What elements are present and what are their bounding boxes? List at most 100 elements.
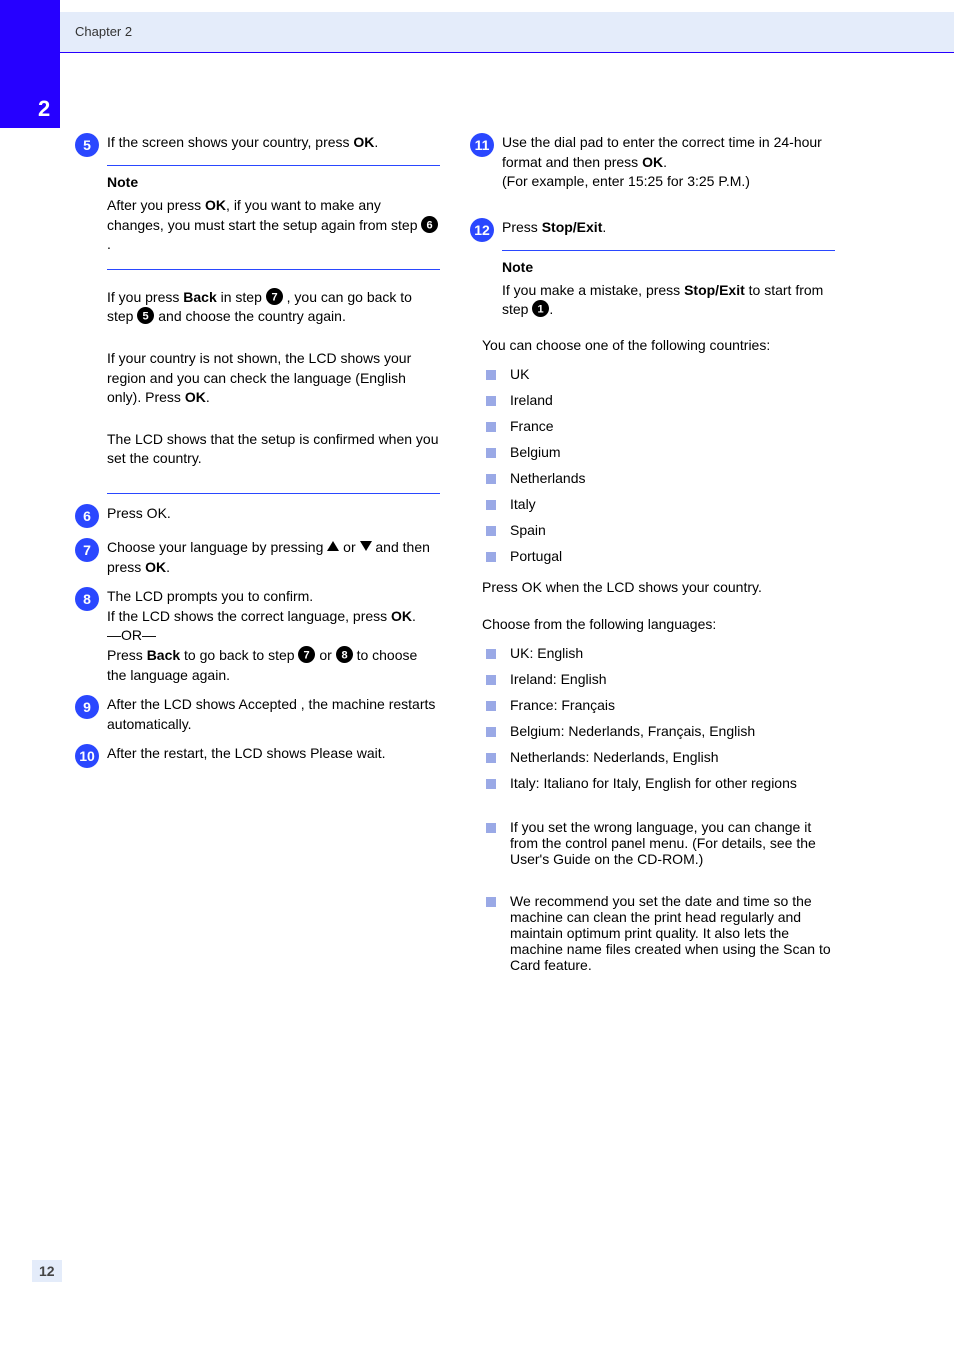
bullet-icon: [486, 526, 496, 536]
step-5-text: If the screen shows your country, press …: [107, 133, 440, 157]
step-12: 12 Press Stop/Exit.: [470, 218, 835, 242]
step-7: 7 Choose your language by pressing or an…: [75, 538, 440, 577]
chapter-title: Chapter 2: [75, 24, 132, 39]
list-item: Portugal: [482, 548, 835, 564]
note-rule: [502, 250, 835, 251]
list-item: Netherlands: [482, 470, 835, 486]
svg-text:6: 6: [427, 219, 433, 231]
bullet-icon: [486, 474, 496, 484]
step-9-icon: 9: [75, 695, 99, 719]
step-12-icon: 12: [470, 218, 494, 242]
step-11-text: Use the dial pad to enter the correct ti…: [502, 133, 835, 192]
step-10-text: After the restart, the LCD shows Please …: [107, 744, 440, 764]
step-12-text: Press Stop/Exit.: [502, 218, 835, 242]
list-item: If you set the wrong language, you can c…: [482, 819, 835, 867]
list-item-text: Spain: [510, 522, 835, 538]
list-item: Ireland: [482, 392, 835, 408]
ref-dot-7b: 7: [298, 646, 315, 663]
step-7-icon: 7: [75, 538, 99, 562]
bullet-icon: [486, 823, 496, 833]
list-item-text: Belgium: [510, 444, 835, 460]
svg-text:7: 7: [304, 649, 310, 661]
step-8-text: The LCD prompts you to confirm. If the L…: [107, 587, 440, 685]
bullet-icon: [486, 753, 496, 763]
bullet-icon: [486, 649, 496, 659]
languages-list: UK: English Ireland: English France: Franç…: [482, 645, 835, 791]
step-5-text-b: .: [374, 134, 378, 150]
note-3-text: If your country is not shown, the LCD sh…: [107, 349, 440, 408]
bullet-icon: [486, 897, 496, 907]
right-column: 11 Use the dial pad to enter the correct…: [470, 131, 835, 973]
list-item-text: Italy: Italiano for Italy, English for o…: [510, 775, 835, 791]
list-item-text: Ireland: [510, 392, 835, 408]
page-number: 12: [32, 1260, 62, 1282]
list-item-text: France: [510, 418, 835, 434]
svg-text:1: 1: [538, 304, 544, 316]
ref-dot-1: 1: [532, 300, 549, 317]
note-block-r1: Note If you make a mistake, press Stop/E…: [502, 250, 835, 320]
list-item: Italy: Italiano for Italy, English for o…: [482, 775, 835, 791]
list-item-text: Italy: [510, 496, 835, 512]
bullet-icon: [486, 448, 496, 458]
step-5-icon: 5: [75, 133, 99, 157]
chapter-corner: [0, 0, 60, 128]
languages-intro: Choose from the following languages:: [482, 615, 835, 635]
list-item-text: UK: [510, 366, 835, 382]
svg-text:9: 9: [83, 699, 91, 715]
up-arrow-icon: [327, 541, 339, 551]
chapter-banner: Chapter 2: [60, 12, 954, 52]
ref-dot-7: 7: [266, 288, 283, 305]
note-rule: [107, 269, 440, 270]
note-4-text: The LCD shows that the setup is confirme…: [107, 430, 440, 469]
ok-label: OK: [642, 154, 663, 170]
bullet-icon: [486, 500, 496, 510]
stop-exit-label: Stop/Exit: [542, 219, 603, 235]
list-item: Italy: [482, 496, 835, 512]
list-item-text: Netherlands: [510, 470, 835, 486]
list-item: Ireland: English: [482, 671, 835, 687]
step-10: 10 After the restart, the LCD shows Plea…: [75, 744, 440, 768]
ref-dot-6: 6: [421, 216, 438, 233]
bullet-icon: [486, 552, 496, 562]
step-11-icon: 11: [470, 133, 494, 157]
note-rule: [107, 165, 440, 166]
step-8-icon: 8: [75, 587, 99, 611]
step-9-text: After the LCD shows Accepted , the machi…: [107, 695, 440, 734]
ref-dot-8: 8: [336, 646, 353, 663]
list-item-text: Netherlands: Nederlands, English: [510, 749, 835, 765]
footnotes-list: If you set the wrong language, you can c…: [482, 819, 835, 973]
list-item: Spain: [482, 522, 835, 538]
svg-text:6: 6: [83, 508, 91, 524]
step-6: 6 Press OK.: [75, 504, 440, 528]
list-item: Netherlands: Nederlands, English: [482, 749, 835, 765]
svg-text:5: 5: [83, 137, 91, 153]
note-rule-group: [107, 493, 440, 494]
down-arrow-icon: [360, 541, 372, 551]
bullet-icon: [486, 727, 496, 737]
svg-text:7: 7: [83, 542, 91, 558]
note-title: Note: [502, 259, 835, 275]
countries-list: UK Ireland France Belgium Netherlands Italy Sp…: [482, 366, 835, 564]
list-item: France: Français: [482, 697, 835, 713]
list-item: Belgium: [482, 444, 835, 460]
step-10-icon: 10: [75, 744, 99, 768]
list-item-text: France: Français: [510, 697, 835, 713]
ok-label: OK: [353, 134, 374, 150]
list-item-text: We recommend you set the date and time s…: [510, 893, 835, 973]
back-label: Back: [147, 647, 180, 663]
svg-text:8: 8: [341, 649, 347, 661]
step-5: 5 If the screen shows your country, pres…: [75, 133, 440, 157]
ok-label: OK: [391, 608, 412, 624]
left-column: 5 If the screen shows your country, pres…: [75, 131, 440, 768]
back-label: Back: [183, 289, 216, 305]
ref-dot-5: 5: [137, 307, 154, 324]
ok-label: OK: [145, 559, 166, 575]
stop-exit-label: Stop/Exit: [684, 282, 745, 298]
list-item: France: [482, 418, 835, 434]
list-item-text: UK: English: [510, 645, 835, 661]
chapter-number: 2: [38, 96, 50, 122]
list-item-text: Ireland: English: [510, 671, 835, 687]
list-item: UK: [482, 366, 835, 382]
note-title: Note: [107, 174, 440, 190]
ok-label: OK: [185, 389, 206, 405]
